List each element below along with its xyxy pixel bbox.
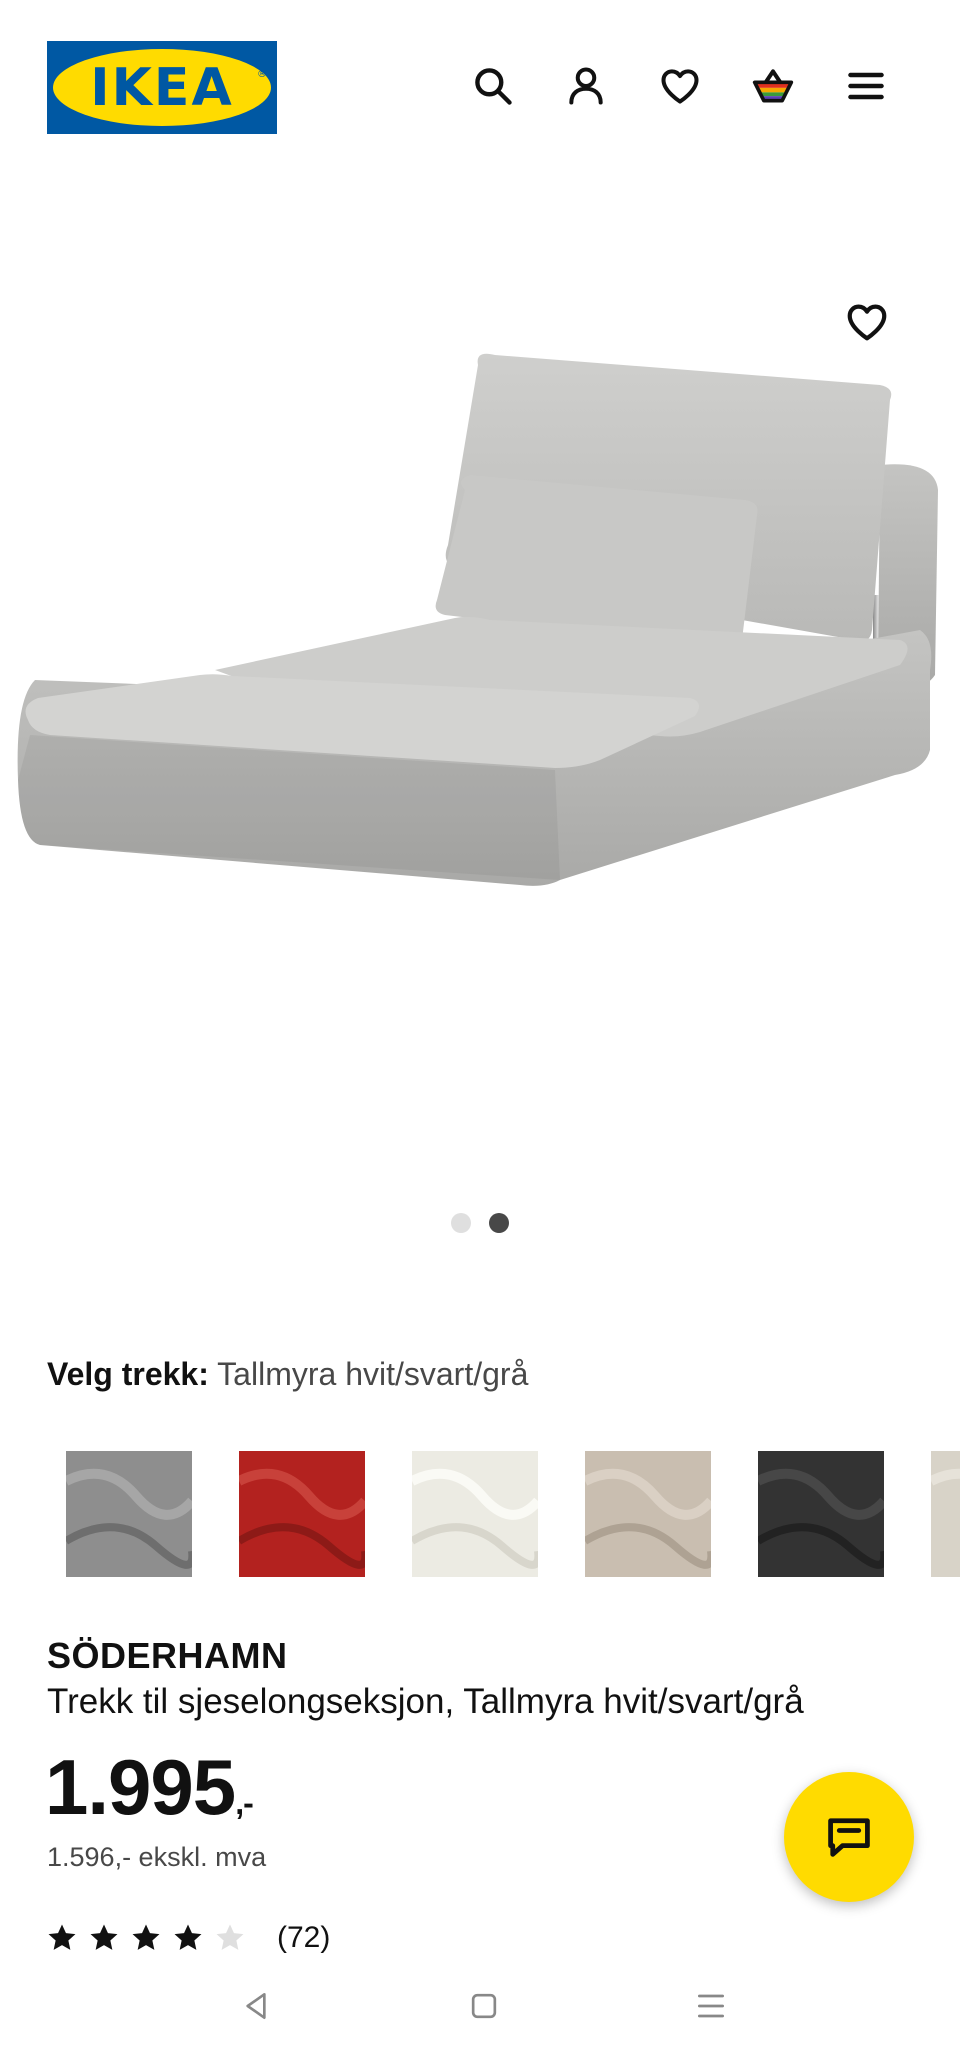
search-icon[interactable]	[469, 62, 517, 110]
rating-stars	[45, 1921, 255, 1955]
star-filled-icon	[48, 1924, 76, 1950]
product-description: Trekk til sjeselongseksjon, Tallmyra hvi…	[47, 1682, 804, 1721]
chat-button[interactable]	[784, 1772, 914, 1902]
fabric-value: Tallmyra hvit/svart/grå	[217, 1356, 529, 1392]
pagination-dot[interactable]	[451, 1213, 471, 1233]
heart-icon[interactable]	[656, 62, 704, 110]
rating-count: (72)	[277, 1921, 331, 1954]
recents-icon[interactable]	[683, 1978, 739, 2034]
star-filled-icon	[174, 1924, 202, 1950]
price-ex-vat: 1.596,- ekskl. mva	[47, 1842, 267, 1872]
fabric-selector-label: Velg trekk: Tallmyra hvit/svart/grå	[47, 1356, 528, 1393]
product-image[interactable]	[0, 340, 960, 1060]
star-filled-icon	[132, 1924, 160, 1950]
chat-icon	[828, 1818, 870, 1857]
fabric-label: Velg trekk:	[47, 1356, 209, 1392]
fabric-swatch[interactable]	[412, 1451, 538, 1577]
logo-text: IKEA	[90, 57, 234, 118]
gallery-pagination	[0, 1213, 960, 1233]
fabric-swatch[interactable]	[585, 1451, 711, 1577]
menu-icon[interactable]	[842, 62, 890, 110]
fabric-swatch-list	[66, 1451, 960, 1577]
star-empty-icon	[216, 1924, 244, 1950]
home-icon[interactable]	[456, 1978, 512, 2034]
heart-icon	[847, 304, 887, 341]
price-suffix: ,-	[235, 1785, 254, 1821]
product-price: 1.995,-	[45, 1742, 254, 1833]
ikea-logo[interactable]: IKEA ®	[47, 41, 277, 134]
pagination-dot-active[interactable]	[489, 1213, 509, 1233]
back-icon[interactable]	[228, 1978, 284, 2034]
fabric-swatch[interactable]	[931, 1451, 960, 1577]
star-filled-icon	[90, 1924, 118, 1950]
fabric-swatch[interactable]	[66, 1451, 192, 1577]
cart-icon[interactable]	[749, 62, 797, 110]
system-navigation-bar	[0, 1960, 960, 2052]
fabric-swatch[interactable]	[239, 1451, 365, 1577]
price-main: 1.995	[45, 1743, 236, 1831]
fabric-swatch[interactable]	[758, 1451, 884, 1577]
account-icon[interactable]	[562, 62, 610, 110]
product-name: SÖDERHAMN	[47, 1635, 288, 1676]
product-rating[interactable]: (72)	[45, 1918, 330, 1958]
header: IKEA ®	[0, 0, 960, 175]
